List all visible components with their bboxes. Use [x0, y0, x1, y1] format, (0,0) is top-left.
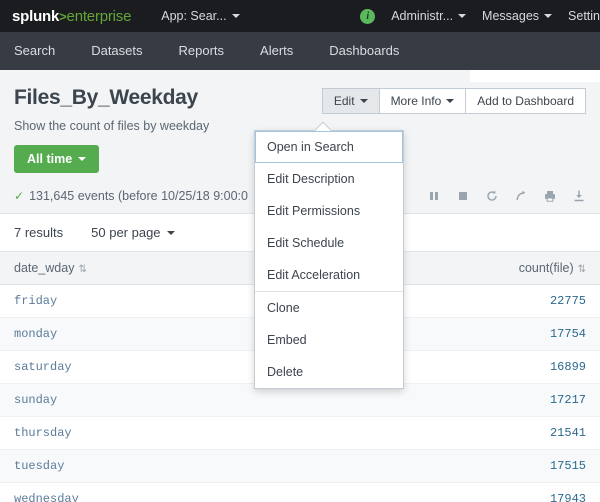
- cell-count[interactable]: 17515: [309, 450, 600, 483]
- settings-menu[interactable]: Settin: [568, 9, 600, 23]
- share-icon[interactable]: [514, 189, 528, 203]
- per-page-selector[interactable]: 50 per page: [91, 225, 174, 240]
- pause-icon[interactable]: [427, 189, 441, 203]
- menu-item-edit-permissions[interactable]: Edit Permissions: [255, 195, 403, 227]
- chevron-down-icon: [232, 14, 240, 18]
- job-toolbar: [427, 189, 586, 203]
- cell-date-wday[interactable]: tuesday: [0, 450, 309, 483]
- menu-item-edit-acceleration[interactable]: Edit Acceleration: [255, 259, 403, 291]
- menu-item-open-in-search[interactable]: Open in Search: [255, 131, 403, 163]
- info-icon[interactable]: i: [360, 9, 375, 24]
- refresh-icon[interactable]: [485, 189, 499, 203]
- menu-item-embed[interactable]: Embed: [255, 324, 403, 356]
- messages-menu[interactable]: Messages: [482, 9, 552, 23]
- table-row: wednesday 17943: [0, 483, 600, 502]
- time-range-label: All time: [27, 152, 72, 166]
- cell-date-wday[interactable]: thursday: [0, 417, 309, 450]
- settings-menu-label: Settin: [568, 9, 600, 23]
- nav-item-datasets[interactable]: Datasets: [73, 32, 160, 70]
- time-range-picker[interactable]: All time: [14, 145, 99, 173]
- app-selector[interactable]: App: Sear...: [161, 9, 239, 23]
- menu-item-delete[interactable]: Delete: [255, 356, 403, 388]
- menu-item-clone[interactable]: Clone: [255, 291, 403, 324]
- check-icon: ✓: [14, 189, 24, 203]
- menu-item-edit-description[interactable]: Edit Description: [255, 163, 403, 195]
- column-header-count-file-label: count(file): [519, 261, 574, 275]
- print-icon[interactable]: [543, 189, 557, 203]
- logo-gt-glyph: >: [59, 9, 66, 24]
- stop-icon[interactable]: [456, 189, 470, 203]
- menu-item-edit-schedule[interactable]: Edit Schedule: [255, 227, 403, 259]
- edit-button[interactable]: Edit: [322, 88, 379, 114]
- cell-date-wday[interactable]: wednesday: [0, 483, 309, 502]
- nav-item-alerts[interactable]: Alerts: [242, 32, 311, 70]
- app-selector-label: App: Sear...: [161, 9, 226, 23]
- top-bar-right: i Administr... Messages Settin: [360, 9, 600, 24]
- column-header-date-wday-label: date_wday: [14, 261, 74, 275]
- chevron-down-icon: [360, 99, 368, 103]
- edit-button-label: Edit: [334, 94, 355, 108]
- chevron-down-icon: [544, 14, 552, 18]
- results-count: 7 results: [14, 225, 63, 240]
- per-page-label: 50 per page: [91, 225, 160, 240]
- cell-count[interactable]: 17943: [309, 483, 600, 502]
- chevron-down-icon: [167, 231, 175, 235]
- nav-item-search[interactable]: Search: [0, 32, 73, 70]
- sort-icon: ⇅: [578, 264, 586, 275]
- chevron-down-icon: [458, 14, 466, 18]
- cell-count[interactable]: 21541: [309, 417, 600, 450]
- edit-dropdown-menu: Open in Search Edit Description Edit Per…: [254, 130, 404, 389]
- splunk-report-page: splunk>enterprise App: Sear... i Adminis…: [0, 0, 600, 502]
- action-buttons: Edit More Info Add to Dashboard: [322, 88, 586, 114]
- nav-item-dashboards[interactable]: Dashboards: [311, 32, 417, 70]
- more-info-button-label: More Info: [391, 94, 442, 108]
- more-info-button[interactable]: More Info: [379, 88, 466, 114]
- sort-icon: ⇅: [78, 264, 86, 275]
- main-nav: Search Datasets Reports Alerts Dashboard…: [0, 32, 600, 70]
- event-count-text: 131,645 events (before 10/25/18 9:00:0: [29, 189, 248, 203]
- top-bar: splunk>enterprise App: Sear... i Adminis…: [0, 0, 600, 32]
- messages-menu-label: Messages: [482, 9, 539, 23]
- user-menu[interactable]: Administr...: [391, 9, 466, 23]
- logo-splunk-text: splunk: [12, 8, 59, 25]
- logo-enterprise-text: enterprise: [67, 8, 132, 25]
- table-row: tuesday 17515: [0, 450, 600, 483]
- tab-sliver: [470, 70, 600, 82]
- splunk-logo[interactable]: splunk>enterprise: [0, 8, 131, 25]
- add-to-dashboard-button[interactable]: Add to Dashboard: [465, 88, 586, 114]
- export-icon[interactable]: [572, 189, 586, 203]
- user-menu-label: Administr...: [391, 9, 453, 23]
- chevron-down-icon: [446, 99, 454, 103]
- nav-item-reports[interactable]: Reports: [161, 32, 243, 70]
- chevron-down-icon: [78, 157, 86, 161]
- table-row: thursday 21541: [0, 417, 600, 450]
